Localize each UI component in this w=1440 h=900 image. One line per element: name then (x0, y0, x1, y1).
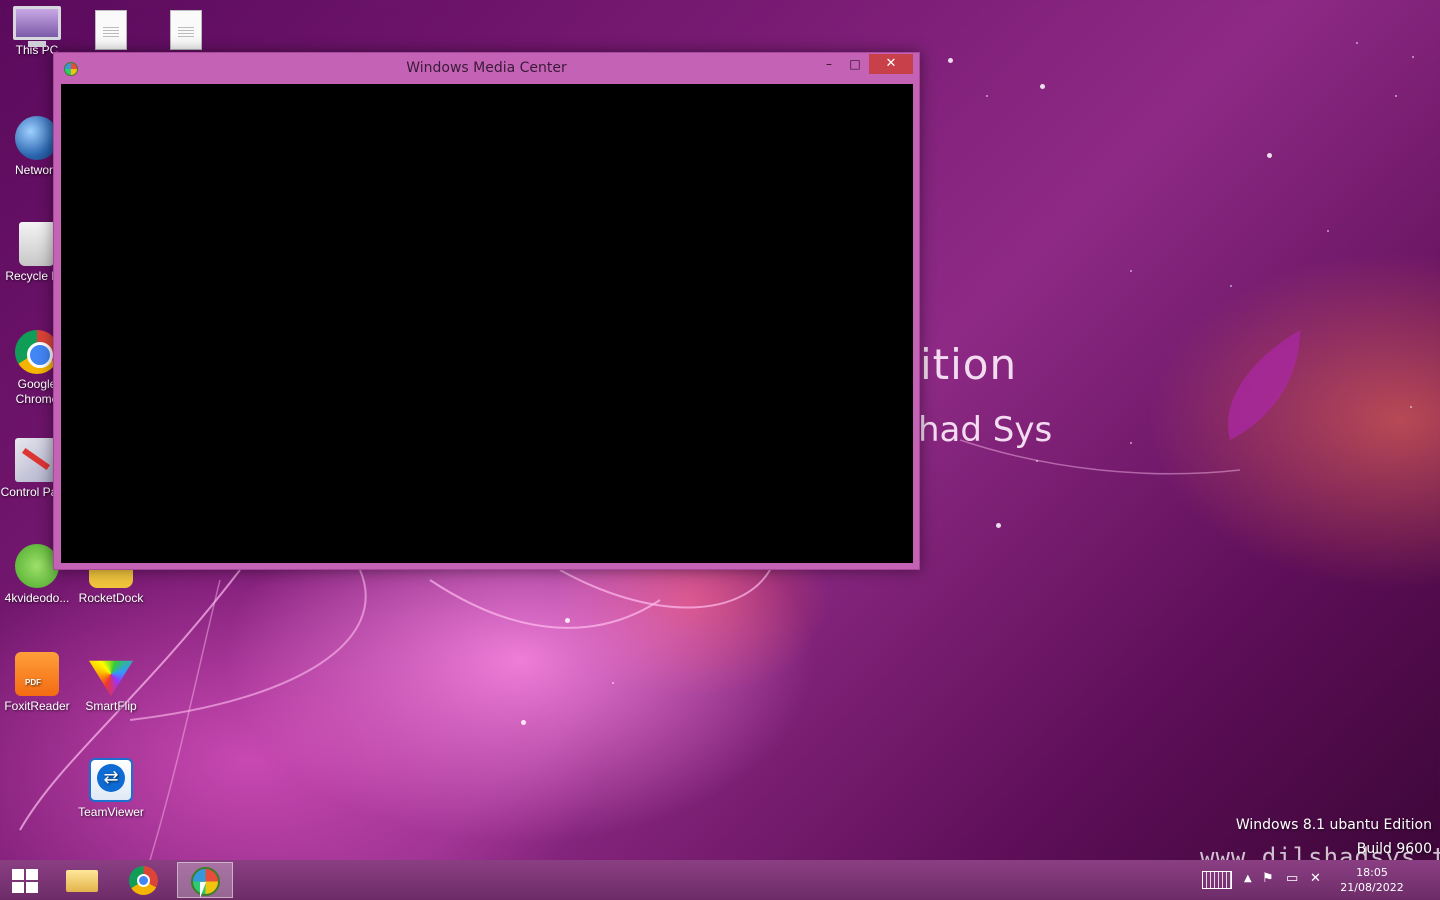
clock-time: 18:05 (1356, 866, 1388, 879)
wallpaper-sys-text: had Sys (918, 410, 1053, 450)
desktop-icon-label: TeamViewer (78, 805, 144, 819)
clock-date: 21/08/2022 (1340, 881, 1404, 894)
rocketdock-icon (89, 570, 133, 588)
volume-muted-icon[interactable]: ✕ (1310, 871, 1321, 887)
os-edition-watermark: Windows 8.1 ubantu Edition (1235, 817, 1432, 833)
wallpaper-edition-text: ition (920, 340, 1018, 389)
taskbar-file-explorer[interactable] (54, 862, 110, 898)
desktop-icon-document-1[interactable] (74, 10, 148, 53)
windows-logo-icon (26, 869, 38, 880)
desktop-icon-this-pc[interactable]: This PC (0, 6, 74, 58)
network-icon[interactable]: ▭ (1286, 871, 1298, 887)
windows-logo-icon (12, 882, 24, 893)
foxit-pdf-icon (15, 652, 59, 696)
window-titlebar[interactable]: Windows Media Center – □ ✕ (54, 53, 919, 83)
recycle-bin-icon (19, 222, 55, 266)
taskbar-clock[interactable]: 18:05 21/08/2022 (1332, 865, 1412, 895)
desktop-icon-teamviewer[interactable]: TeamViewer (74, 758, 148, 820)
keyboard-icon[interactable] (1202, 871, 1232, 889)
teamviewer-icon (89, 758, 133, 802)
desktop-icon-document-2[interactable] (149, 10, 223, 53)
maximize-button[interactable]: □ (842, 54, 868, 74)
desktop-icon-label: 4kvideodo... (4, 591, 70, 605)
taskbar-chrome[interactable] (116, 862, 172, 898)
close-button[interactable]: ✕ (869, 54, 913, 74)
start-button[interactable] (8, 866, 42, 894)
desktop-icon-smartflip[interactable]: SmartFlip (74, 652, 148, 714)
show-hidden-icons-icon[interactable]: ▲ (1244, 871, 1252, 887)
desktop-icon-foxitreader[interactable]: FoxitReader (0, 652, 74, 714)
window-title: Windows Media Center (406, 60, 567, 76)
taskbar: ▲ ⚑ ▭ ✕ 18:05 21/08/2022 (0, 860, 1440, 900)
mouse-cursor-icon (200, 882, 206, 898)
media-center-content[interactable] (61, 84, 913, 563)
system-tray: ▲ ⚑ ▭ ✕ 18:05 21/08/2022 (1200, 860, 1440, 900)
chrome-icon (129, 866, 158, 895)
document-icon (95, 10, 127, 50)
action-center-flag-icon[interactable]: ⚑ (1262, 871, 1274, 887)
desktop-icon-label: SmartFlip (85, 699, 137, 713)
minimize-button[interactable]: – (816, 54, 842, 74)
smartflip-icon (89, 660, 133, 696)
media-center-window[interactable]: Windows Media Center – □ ✕ (53, 52, 920, 570)
folder-icon (66, 870, 98, 892)
desktop-icon-label: FoxitReader (4, 699, 70, 713)
windows-logo-icon (26, 882, 38, 893)
computer-icon (13, 6, 61, 47)
windows-logo-icon (12, 869, 24, 880)
document-icon (170, 10, 202, 50)
desktop-icon-label: RocketDock (78, 591, 144, 605)
